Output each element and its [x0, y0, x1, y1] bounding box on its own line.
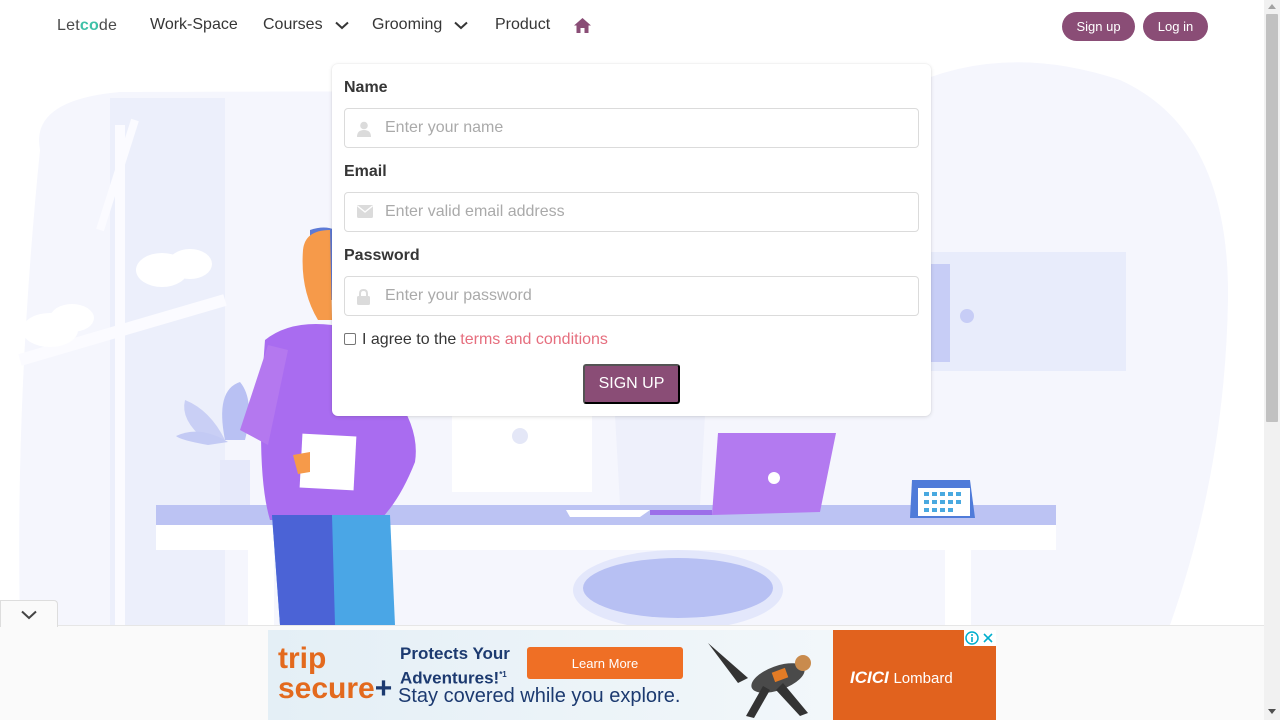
- chevron-down-icon: [334, 21, 349, 29]
- terms-agreement: I agree to the terms and conditions: [344, 331, 608, 349]
- signup-nav-button[interactable]: Sign up: [1062, 12, 1135, 41]
- ad-learn-more-button[interactable]: Learn More: [527, 647, 683, 679]
- page: Letcode Work-Space Courses Grooming Prod…: [0, 0, 1280, 720]
- ad-brand-plus: +: [374, 672, 393, 705]
- ad-brand-top: trip: [278, 642, 327, 675]
- nav-item-courses[interactable]: Courses: [263, 16, 349, 34]
- terms-link[interactable]: terms and conditions: [460, 331, 608, 349]
- login-nav-button[interactable]: Log in: [1143, 12, 1208, 41]
- scroll-down-arrow-icon[interactable]: [1268, 709, 1276, 715]
- nav-label-product: Product: [495, 16, 551, 33]
- user-icon: [357, 121, 371, 137]
- name-label: Name: [344, 79, 388, 96]
- envelope-icon: [357, 205, 373, 218]
- logo-text-post: de: [98, 17, 118, 34]
- password-field[interactable]: [344, 276, 919, 316]
- name-input[interactable]: [385, 109, 905, 147]
- scrollbar-thumb[interactable]: [1266, 14, 1278, 422]
- nav-item-grooming[interactable]: Grooming: [372, 16, 468, 34]
- nav-item-product[interactable]: Product: [495, 16, 550, 34]
- ad-collapse-tab[interactable]: [0, 600, 58, 627]
- email-field[interactable]: [344, 192, 919, 232]
- password-input[interactable]: [385, 277, 905, 315]
- ad-sponsor-logo: ICICI Lombard: [850, 668, 953, 688]
- logo-text-pre: Let: [57, 17, 80, 34]
- logo-text-o: co: [79, 17, 99, 34]
- ad-headline-sup: *1: [499, 670, 507, 679]
- nav-label-grooming: Grooming: [372, 16, 443, 33]
- letcode-logo[interactable]: Letcode: [57, 17, 117, 35]
- password-label: Password: [344, 247, 420, 264]
- signup-submit-button[interactable]: SIGN UP: [583, 364, 680, 404]
- name-field[interactable]: [344, 108, 919, 148]
- ad-subline: Stay covered while you explore.: [398, 685, 681, 707]
- chevron-down-icon: [21, 610, 37, 620]
- ad-banner[interactable]: trip secure+ Protects Your Adventures!*1…: [268, 630, 996, 720]
- chevron-down-icon: [454, 21, 468, 29]
- lock-icon: [357, 289, 370, 305]
- nav-label-courses: Courses: [263, 16, 323, 33]
- ad-headline-1: Protects Your: [400, 644, 510, 663]
- ad-brand-bottom: secure+: [278, 674, 392, 704]
- ad-headline: Protects Your Adventures!*1: [400, 643, 510, 689]
- terms-checkbox[interactable]: [344, 333, 356, 345]
- home-icon[interactable]: [573, 17, 592, 34]
- ad-sponsor-icici: ICICI: [850, 668, 889, 687]
- ad-close-icon[interactable]: [980, 630, 996, 646]
- nav-item-work-space[interactable]: Work-Space: [150, 16, 238, 34]
- email-input[interactable]: [385, 193, 905, 231]
- ad-info-icon[interactable]: [964, 630, 980, 646]
- email-label: Email: [344, 163, 387, 180]
- ad-sponsor-lombard: Lombard: [893, 670, 953, 687]
- ad-brand-secure: secure: [278, 672, 375, 705]
- nav-label-work-space: Work-Space: [150, 16, 238, 33]
- agree-text: I agree to the: [362, 331, 457, 348]
- scroll-up-arrow-icon[interactable]: [1268, 3, 1276, 9]
- signup-form-card: Name Email Password I agree to the terms…: [332, 64, 931, 416]
- navbar: Letcode Work-Space Courses Grooming Prod…: [0, 0, 1264, 52]
- skydiver-image: [708, 643, 811, 718]
